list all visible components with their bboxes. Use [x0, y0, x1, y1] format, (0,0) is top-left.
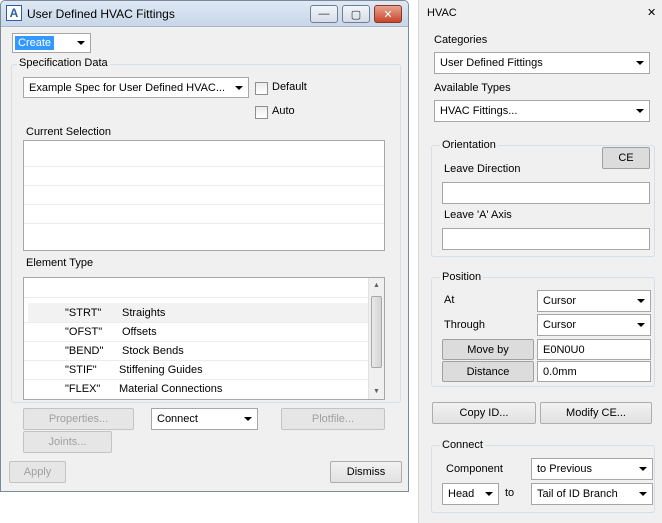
leave-a-axis-input[interactable] — [442, 228, 650, 250]
component-label: Component — [446, 463, 503, 475]
at-combo[interactable]: Cursor — [537, 290, 651, 312]
categories-label: Categories — [434, 34, 488, 46]
distance-input[interactable]: 0.0mm — [537, 361, 651, 382]
mode-combo-value: Create — [15, 36, 55, 50]
connect-combo[interactable]: Connect — [151, 408, 258, 430]
leave-direction-label: Leave Direction — [444, 163, 521, 175]
chevron-down-icon — [639, 467, 647, 471]
hvac-panel: HVAC ✕ Categories User Defined Fittings … — [418, 0, 662, 523]
apply-button[interactable]: Apply — [9, 461, 66, 483]
leave-a-axis-label: Leave 'A' Axis — [444, 209, 512, 221]
list-item[interactable]: "STRT" Straights — [28, 303, 380, 322]
position-label: Position — [440, 271, 484, 283]
head-combo-value: Head — [448, 488, 475, 500]
to-label: to — [505, 487, 515, 499]
window-title: User Defined HVAC Fittings — [27, 7, 175, 21]
list-item[interactable]: "BEND" Stock Bends — [28, 341, 380, 360]
chevron-down-icon — [639, 492, 647, 496]
mode-combo[interactable]: Create — [12, 33, 91, 53]
at-label: At — [444, 294, 455, 306]
specification-data-label: Specification Data — [17, 57, 110, 69]
properties-button[interactable]: Properties... — [23, 408, 134, 430]
dismiss-button[interactable]: Dismiss — [330, 461, 402, 483]
title-bar[interactable]: A User Defined HVAC Fittings — ▢ ✕ — [1, 1, 408, 27]
panel-title: HVAC — [427, 7, 457, 19]
panel-header: HVAC ✕ — [419, 0, 662, 26]
scroll-thumb[interactable] — [371, 296, 382, 368]
app-logo-icon: A — [6, 5, 22, 21]
component-combo[interactable]: to Previous — [531, 458, 653, 480]
chevron-down-icon — [636, 109, 644, 113]
move-by-button[interactable]: Move by — [442, 339, 534, 360]
move-by-input[interactable]: E0N0U0 — [537, 339, 651, 360]
through-label: Through — [444, 319, 485, 331]
at-combo-value: Cursor — [543, 295, 577, 307]
chevron-down-icon — [235, 85, 243, 90]
auto-label: Auto — [272, 105, 295, 117]
list-item[interactable]: "OFST" Offsets — [28, 322, 380, 341]
joints-button[interactable]: Joints... — [23, 431, 112, 453]
head-combo[interactable]: Head — [442, 483, 499, 505]
chevron-down-icon — [636, 61, 644, 65]
auto-checkbox[interactable] — [255, 106, 268, 119]
element-type-list[interactable]: "STRT" Straights "OFST" Offsets "BEND" S… — [23, 277, 385, 400]
distance-button[interactable]: Distance — [442, 361, 534, 382]
tail-combo[interactable]: Tail of ID Branch — [531, 483, 653, 505]
chevron-down-icon — [77, 41, 85, 45]
plotfile-button[interactable]: Plotfile... — [281, 408, 385, 430]
chevron-down-icon — [637, 299, 645, 303]
minimize-button[interactable]: — — [310, 5, 338, 23]
element-type-label: Element Type — [26, 257, 94, 269]
available-types-combo[interactable]: HVAC Fittings... — [434, 100, 650, 122]
ce-button[interactable]: CE — [602, 147, 650, 169]
orientation-label: Orientation — [440, 139, 498, 151]
default-label: Default — [272, 81, 307, 93]
list-item[interactable]: "FLEX" Material Connections — [28, 379, 380, 398]
available-types-combo-value: HVAC Fittings... — [440, 105, 518, 117]
through-combo-value: Cursor — [543, 319, 577, 331]
maximize-button[interactable]: ▢ — [342, 5, 370, 23]
through-combo[interactable]: Cursor — [537, 314, 651, 336]
close-button[interactable]: ✕ — [374, 5, 402, 23]
chevron-down-icon — [244, 417, 252, 421]
leave-direction-input[interactable] — [442, 182, 650, 204]
categories-combo[interactable]: User Defined Fittings — [434, 52, 650, 74]
modify-ce-button[interactable]: Modify CE... — [540, 402, 652, 424]
current-selection-list[interactable] — [23, 140, 385, 251]
component-combo-value: to Previous — [537, 463, 593, 475]
connect-label: Connect — [440, 439, 485, 451]
available-types-label: Available Types — [434, 82, 511, 94]
spec-combo[interactable]: Example Spec for User Defined HVAC... — [23, 77, 249, 98]
user-defined-hvac-fittings-window: A User Defined HVAC Fittings — ▢ ✕ Creat… — [0, 0, 409, 492]
categories-combo-value: User Defined Fittings — [440, 57, 543, 69]
default-checkbox[interactable] — [255, 82, 268, 95]
copy-id-button[interactable]: Copy ID... — [432, 402, 536, 424]
scroll-down-icon[interactable]: ▼ — [369, 384, 384, 399]
tail-combo-value: Tail of ID Branch — [537, 488, 618, 500]
list-item[interactable]: "STIF" Stiffening Guides — [28, 360, 380, 379]
spec-combo-value: Example Spec for User Defined HVAC... — [29, 81, 226, 94]
current-selection-label: Current Selection — [26, 126, 111, 138]
close-icon[interactable]: ✕ — [647, 6, 656, 19]
chevron-down-icon — [637, 323, 645, 327]
scroll-up-icon[interactable]: ▲ — [369, 278, 384, 293]
connect-combo-value: Connect — [157, 413, 198, 425]
chevron-down-icon — [485, 492, 493, 496]
element-type-scrollbar[interactable]: ▲ ▼ — [368, 278, 384, 399]
